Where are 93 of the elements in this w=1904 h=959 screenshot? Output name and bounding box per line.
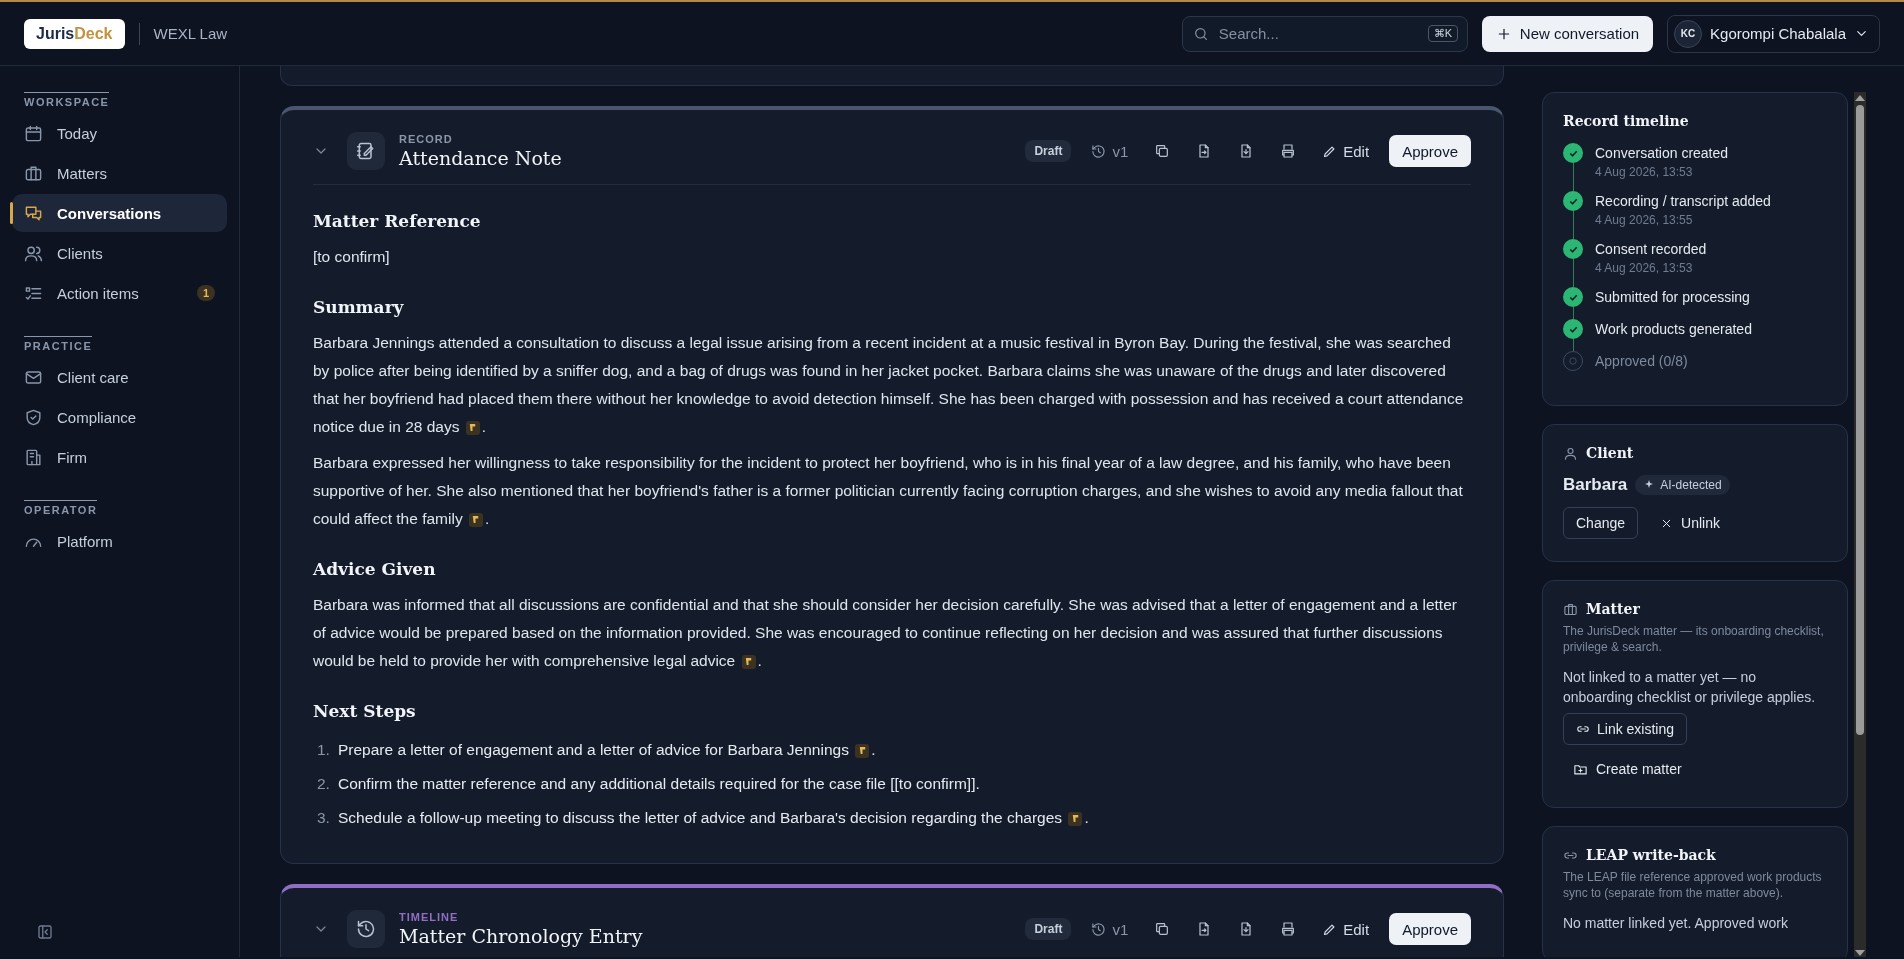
- panel-description: The JurisDeck matter — its onboarding checklist, privilege & search.: [1563, 623, 1825, 655]
- step-time: 4 Aug 2026, 13:55: [1595, 213, 1694, 227]
- shield-icon: [24, 407, 43, 427]
- section-heading: Advice Given: [313, 559, 437, 579]
- panel-title: Record timeline: [1563, 113, 1690, 129]
- section-heading: Matter Reference: [313, 211, 482, 231]
- status-text: No matter linked yet. Approved work: [1563, 914, 1789, 933]
- step-label: Recording / transcript added: [1595, 192, 1771, 211]
- sidebar-item[interactable]: Conversations: [12, 194, 227, 232]
- source-marker-icon: [465, 420, 480, 435]
- section-label: OPERATOR: [24, 500, 98, 516]
- chat-bubbles-icon: [24, 203, 43, 223]
- search-box[interactable]: Search... ⌘K: [1181, 15, 1468, 52]
- shortcut-hint: ⌘K: [1427, 25, 1459, 42]
- source-marker-icon: [741, 654, 756, 669]
- logo[interactable]: JurisDeck: [24, 18, 125, 49]
- sidebar-collapse-icon: [36, 923, 54, 941]
- approve-button[interactable]: Approve: [1389, 135, 1471, 167]
- notebook-pen-icon: [356, 141, 376, 161]
- list-number: 2.: [317, 774, 330, 794]
- section-heading: Next Steps: [313, 701, 417, 721]
- panel-title: LEAP write-back: [1586, 847, 1716, 863]
- step-label: Consent recorded: [1595, 240, 1707, 259]
- avatar: KC: [1674, 19, 1703, 48]
- panel-title: Client: [1586, 445, 1634, 461]
- step-label: Submitted for processing: [1595, 288, 1750, 307]
- paragraph: Barbara was informed that all discussions are confidential and that she should consider her decision carefully. She was advised that a letter of engagement and a letter of advice would be prepared based on the information provided. She was encouraged to continue reflecting on her decision and was assured that further discussions would be held to provide her with comprehensive legal advice .: [313, 595, 1458, 671]
- count-badge: 1: [196, 285, 215, 301]
- version-button[interactable]: v1: [1085, 141, 1135, 161]
- section-heading: Summary: [313, 297, 405, 317]
- calendar-icon: [24, 123, 43, 143]
- version-button[interactable]: v1: [1085, 919, 1135, 939]
- sidebar-item[interactable]: Compliance: [12, 398, 227, 436]
- section-label: PRACTICE: [24, 336, 93, 352]
- create-matter-button[interactable]: Create matter: [1563, 753, 1692, 785]
- scrollbar[interactable]: [1854, 92, 1866, 957]
- briefcase-icon: [1563, 601, 1578, 617]
- source-marker-icon: [468, 512, 483, 527]
- printer-icon: [1280, 143, 1297, 159]
- panel-title: Matter: [1586, 601, 1640, 617]
- step-label: Approved (0/8): [1595, 352, 1688, 371]
- sidebar-item[interactable]: Action items 1: [12, 274, 227, 312]
- sidebar-item[interactable]: Firm: [12, 438, 227, 476]
- firm-name: WEXL Law: [153, 25, 228, 42]
- panel-description: The LEAP file reference approved work products sync to (separate from the matter above).: [1563, 869, 1823, 901]
- search-icon: [1192, 25, 1209, 42]
- card-type-label: TIMELINE: [399, 911, 460, 923]
- history-icon: [356, 919, 376, 939]
- sidebar-item[interactable]: Matters: [12, 154, 227, 192]
- status-badge: Draft: [1025, 140, 1072, 162]
- user-icon: [1563, 445, 1578, 461]
- new-conversation-button[interactable]: New conversation: [1481, 15, 1654, 52]
- history-icon: [1091, 143, 1107, 159]
- card-type-label: RECORD: [399, 133, 454, 145]
- copy-icon: [1154, 921, 1171, 937]
- edit-button[interactable]: Edit: [1316, 141, 1376, 161]
- sidebar-item[interactable]: Today: [12, 114, 227, 152]
- paragraph: [to confirm]: [313, 247, 391, 267]
- edit-button[interactable]: Edit: [1316, 919, 1376, 939]
- paragraph: Barbara expressed her willingness to take responsibility for the incident to protect her boyfriend, who is in his final year of a law degree, and his family, who have been supportive of her. She also mentioned that her boyfriend's father is a former politician currently facing corruption charges, and she wishes to avoid any media fallout that could affect the family .: [313, 453, 1464, 529]
- step-time: 4 Aug 2026, 13:53: [1595, 261, 1694, 275]
- source-marker-icon: [1068, 811, 1083, 826]
- history-icon: [1091, 921, 1107, 937]
- ai-detected-tag: AI-detected: [1635, 475, 1730, 495]
- search-field[interactable]: Search...: [1216, 24, 1420, 43]
- sidebar-item[interactable]: Clients: [12, 234, 227, 272]
- status-badge: Draft: [1025, 918, 1072, 940]
- status-text: Not linked to a matter yet — no onboarding checklist or privilege applies.: [1563, 668, 1817, 707]
- sidebar-item[interactable]: Platform: [12, 522, 227, 560]
- printer-icon: [1280, 921, 1297, 937]
- source-marker-icon: [855, 743, 870, 758]
- change-button[interactable]: Change: [1563, 507, 1639, 539]
- approve-button[interactable]: Approve: [1389, 913, 1471, 945]
- client-name: Barbara: [1563, 475, 1628, 495]
- section-label: WORKSPACE: [24, 92, 110, 108]
- paragraph: Barbara Jennings attended a consultation to discuss a legal issue arising from a recent incident at a music festival in Byron Bay. During the festival, she was searched by police after being identified by a sniffer dog, and a bag of drugs was found in her jacket pocket. Barbara claims she was unaware of the drugs and later discovered that her boyfriend had placed them there without her knowledge to avoid detection himself. She has been charged with possession and has received a court attendance notice due in 28 days .: [313, 333, 1465, 437]
- step-time: 4 Aug 2026, 13:53: [1595, 165, 1694, 179]
- sidebar-item[interactable]: Client care: [12, 358, 227, 396]
- list-item-text: Schedule a follow-up meeting to discuss the letter of advice and Barbara's decision regarding the charges .: [337, 808, 1089, 828]
- step-label: Conversation created: [1595, 144, 1729, 163]
- link-existing-button[interactable]: Link existing: [1563, 713, 1688, 745]
- building-icon: [24, 447, 43, 467]
- list-number: 1.: [317, 740, 330, 760]
- card-title: Attendance Note: [399, 147, 563, 169]
- card-title: Matter Chronology Entry: [399, 925, 644, 947]
- list-number: 3.: [317, 808, 330, 828]
- unlink-button[interactable]: Unlink: [1650, 507, 1730, 539]
- list-item-text: Confirm the matter reference and any additional details required for the case file [[to confirm]].: [337, 774, 980, 794]
- step-label: Work products generated: [1595, 320, 1752, 339]
- copy-icon: [1154, 143, 1171, 159]
- user-menu[interactable]: KC Kgorompi Chabalala: [1667, 14, 1880, 53]
- list-item-text: Prepare a letter of engagement and a letter of advice for Barbara Jennings .: [337, 740, 876, 760]
- briefcase-icon: [24, 163, 43, 183]
